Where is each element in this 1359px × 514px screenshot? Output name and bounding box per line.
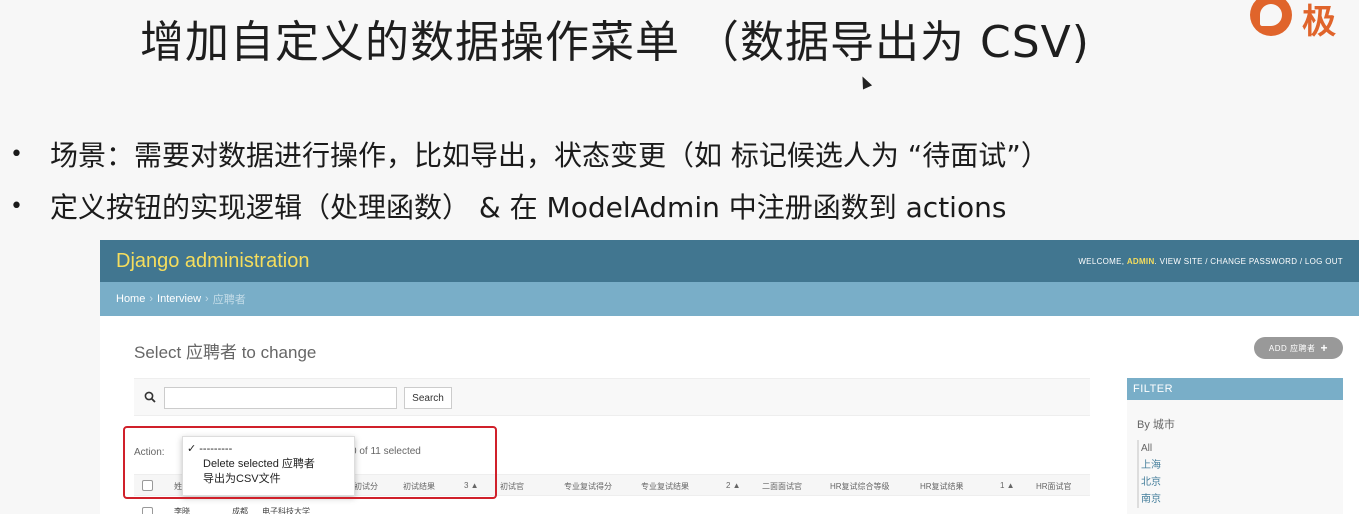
logo: 极 <box>1250 0 1359 38</box>
user-links[interactable]: . VIEW SITE / CHANGE PASSWORD / LOG OUT <box>1155 257 1343 266</box>
welcome-text: WELCOME, <box>1078 256 1127 266</box>
row-checkbox[interactable] <box>142 507 153 514</box>
filter-option[interactable]: 北京 <box>1141 474 1161 491</box>
sort-indicator[interactable]: 2 ▲ <box>726 481 741 490</box>
breadcrumb-home[interactable]: Home <box>116 293 145 305</box>
search-input[interactable] <box>164 387 397 409</box>
slide-title: 增加自定义的数据操作菜单 （数据导出为 CSV) <box>140 17 1090 68</box>
column-header[interactable]: HR复试结果 <box>920 481 964 492</box>
logo-text: 极 <box>1302 2 1336 38</box>
bullet-item: • 场景：需要对数据进行操作，比如导出，状态变更（如 标记候选人为 “待面试”） <box>10 128 1049 180</box>
breadcrumb: Home › Interview › 应聘者 <box>100 282 1359 316</box>
search-toolbar: Search <box>134 378 1090 416</box>
plus-icon: + <box>1320 341 1329 355</box>
highlight-box <box>123 426 497 499</box>
table-cell: 成都 <box>232 507 248 514</box>
table-cell[interactable]: 李晓 <box>174 506 190 514</box>
breadcrumb-separator: › <box>149 293 154 305</box>
column-header[interactable]: HR面试官 <box>1036 481 1072 492</box>
search-icon <box>144 391 156 403</box>
column-header[interactable]: 专业复试得分 <box>564 481 612 492</box>
filter-option[interactable]: 南京 <box>1141 491 1161 508</box>
django-admin-window: Django administration WELCOME, ADMIN. VI… <box>100 240 1359 514</box>
add-candidate-button[interactable]: ADD 应聘者 + <box>1254 337 1343 359</box>
breadcrumb-current: 应聘者 <box>212 294 246 306</box>
site-brand-link[interactable]: Django administration <box>116 250 309 273</box>
page-title: Select 应聘者 to change <box>134 343 317 362</box>
table-cell: 电子科技大学 <box>262 507 310 514</box>
bullet-list: • 场景：需要对数据进行操作，比如导出，状态变更（如 标记候选人为 “待面试”）… <box>10 128 1049 232</box>
filter-options: All 上海 北京 南京 <box>1137 440 1161 508</box>
column-header[interactable]: 专业复试结果 <box>641 481 689 492</box>
logo-mark-icon <box>1250 0 1292 36</box>
sort-indicator[interactable]: 1 ▲ <box>1000 481 1015 490</box>
column-header[interactable]: HR复试综合等级 <box>830 481 890 492</box>
username: ADMIN <box>1126 256 1155 266</box>
bullet-dot: • <box>10 141 23 167</box>
bullet-text: 定义按钮的实现逻辑（处理函数） & 在 ModelAdmin 中注册函数到 ac… <box>50 191 1007 224</box>
table-row: 李晓 成都 电子科技大学 <box>134 506 1090 514</box>
breadcrumb-separator: › <box>205 293 209 305</box>
filter-option[interactable]: All <box>1141 440 1161 457</box>
user-tools: WELCOME, ADMIN. VIEW SITE / CHANGE PASSW… <box>1078 257 1343 266</box>
column-header[interactable]: 二面面试官 <box>762 481 802 492</box>
breadcrumb-app[interactable]: Interview <box>157 293 201 305</box>
bullet-item: • 定义按钮的实现逻辑（处理函数） & 在 ModelAdmin 中注册函数到 … <box>10 180 1049 232</box>
bullet-text: 场景：需要对数据进行操作，比如导出，状态变更（如 标记候选人为 “待面试”） <box>50 139 1049 172</box>
search-button[interactable]: Search <box>404 387 452 409</box>
admin-header: Django administration WELCOME, ADMIN. VI… <box>100 240 1359 282</box>
filter-title: FILTER <box>1127 378 1343 400</box>
filter-option[interactable]: 上海 <box>1141 457 1161 474</box>
bullet-dot: • <box>10 193 23 219</box>
filter-panel: FILTER By 城市 All 上海 北京 南京 <box>1127 378 1343 514</box>
filter-by-label: By 城市 <box>1137 419 1175 431</box>
add-button-label: ADD 应聘者 <box>1268 343 1316 353</box>
mouse-cursor-icon <box>857 74 873 90</box>
column-header[interactable]: 初试官 <box>500 481 524 492</box>
